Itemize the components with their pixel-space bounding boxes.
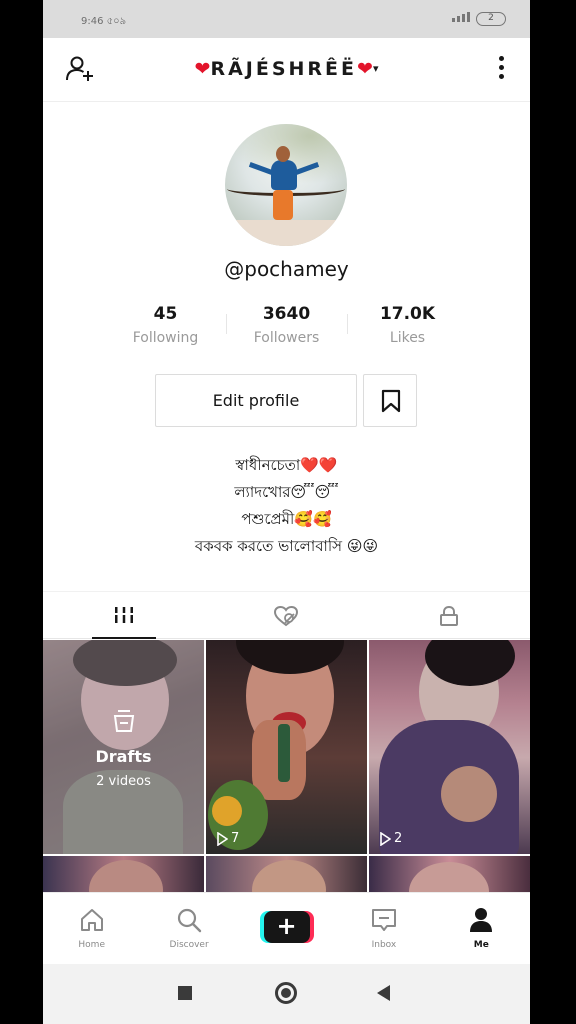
- stat-label: Followers: [253, 330, 320, 346]
- caret-down-icon: ▾: [372, 62, 379, 75]
- video-tile[interactable]: [369, 856, 530, 896]
- stat-label: Following: [132, 330, 199, 346]
- video-tile[interactable]: [43, 856, 204, 896]
- stat-likes[interactable]: 17.0K Likes: [347, 304, 468, 354]
- nav-label: Home: [78, 940, 105, 950]
- profile-name: RÃJÉSHRÊË: [210, 58, 358, 80]
- stat-value: 3640: [262, 304, 311, 324]
- tab-videos[interactable]: [43, 592, 205, 639]
- status-bar: 9:46 ৫০৯ 2: [43, 0, 530, 38]
- tab-liked[interactable]: [205, 592, 367, 638]
- video-tile[interactable]: 2: [369, 640, 530, 854]
- stat-label: Likes: [389, 330, 426, 346]
- edit-profile-button[interactable]: Edit profile: [155, 374, 357, 427]
- video-grid: Drafts 2 videos 7 2: [43, 640, 530, 896]
- avatar[interactable]: [225, 124, 347, 246]
- android-nav-bar: [43, 964, 530, 1024]
- tab-private[interactable]: [368, 592, 530, 638]
- play-icon: [380, 831, 391, 846]
- username: @pochamey: [224, 257, 349, 281]
- grid-icon: [115, 607, 134, 623]
- bookmark-icon: [381, 389, 401, 413]
- bookmark-button[interactable]: [363, 374, 417, 427]
- profile-stats: 45 Following 3640 Followers 17.0K Likes: [105, 304, 468, 354]
- heart-hidden-icon: [274, 605, 299, 627]
- nav-create[interactable]: +: [238, 893, 335, 964]
- drafts-tile[interactable]: Drafts 2 videos: [43, 640, 204, 854]
- bio-line: স্বাধীনচেতা❤️❤️: [235, 456, 338, 474]
- lock-icon: [439, 605, 458, 626]
- heart-right: ❤: [357, 58, 373, 80]
- view-count-value: 7: [231, 831, 240, 846]
- home-button[interactable]: [275, 982, 297, 1004]
- bio-line: ল্যাদখোর😴😴: [234, 483, 339, 501]
- view-count-value: 2: [394, 831, 403, 846]
- bio-line: বকবক করতে ভালোবাসি 😜😜: [194, 537, 379, 555]
- nav-label: Discover: [169, 940, 209, 950]
- profile-screen: 9:46 ৫০৯ 2 ❤RÃJÉSHRÊË❤▾ @pochamey 45 Fol…: [43, 0, 530, 1024]
- view-count: 2: [379, 831, 402, 846]
- profile-tabs: [43, 591, 530, 639]
- drafts-label: Drafts: [95, 747, 152, 766]
- stat-following[interactable]: 45 Following: [105, 304, 226, 354]
- nav-inbox[interactable]: Inbox: [335, 893, 432, 964]
- search-icon: [178, 908, 202, 933]
- recents-button[interactable]: [178, 986, 192, 1000]
- battery-icon: 2: [476, 12, 506, 26]
- profile-header: ❤RÃJÉSHRÊË❤▾: [43, 38, 530, 102]
- stat-value: 17.0K: [379, 304, 436, 324]
- bio-line: পশুপ্রেমী🥰🥰: [241, 510, 332, 528]
- nav-discover[interactable]: Discover: [140, 893, 237, 964]
- drafts-icon: [113, 710, 135, 732]
- home-icon: [80, 909, 103, 931]
- stat-followers[interactable]: 3640 Followers: [226, 304, 347, 354]
- bottom-nav: Home Discover + Inbox Me: [43, 892, 530, 964]
- stat-value: 45: [153, 304, 178, 324]
- drafts-count: 2 videos: [96, 774, 151, 789]
- nav-label: Me: [473, 940, 489, 950]
- more-options-icon[interactable]: [496, 56, 506, 84]
- inbox-icon: [371, 909, 396, 931]
- heart-left: ❤: [194, 58, 211, 80]
- person-icon: [470, 908, 493, 932]
- nav-label: Inbox: [371, 940, 397, 950]
- nav-home[interactable]: Home: [43, 893, 140, 964]
- bio: স্বাধীনচেতা❤️❤️ ল্যাদখোর😴😴 পশুপ্রেমী🥰🥰 ব…: [43, 452, 530, 560]
- back-button[interactable]: [377, 985, 390, 1001]
- profile-name-dropdown[interactable]: ❤RÃJÉSHRÊË❤▾: [43, 58, 530, 80]
- nav-me[interactable]: Me: [433, 893, 530, 964]
- signal-icon: [452, 12, 470, 22]
- video-tile[interactable]: 7: [206, 640, 367, 854]
- plus-icon: +: [263, 911, 310, 943]
- view-count: 7: [216, 831, 239, 846]
- video-tile[interactable]: [206, 856, 367, 896]
- status-time: 9:46 ৫০৯: [81, 16, 127, 27]
- play-icon: [217, 831, 228, 846]
